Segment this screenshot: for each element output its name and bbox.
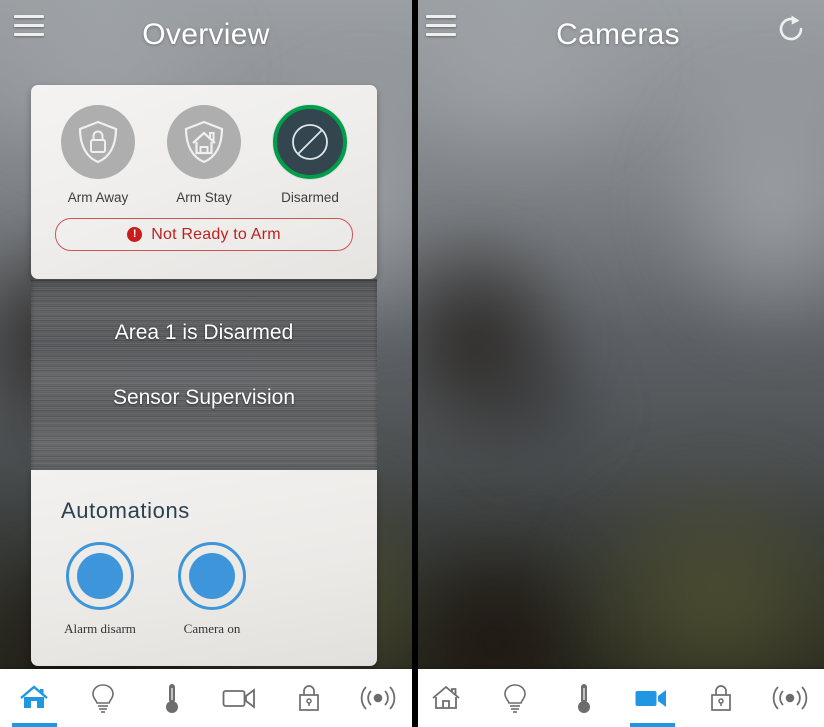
automations-card: Automations Alarm disarm Camera on — [31, 470, 377, 666]
nav-item-locks[interactable] — [687, 669, 756, 727]
video-camera-icon — [222, 688, 256, 709]
thermometer-icon — [165, 684, 178, 713]
status-band: Area 1 is Disarmed Sensor Supervision — [31, 279, 377, 470]
automations-title: Automations — [61, 498, 190, 523]
disarmed-button[interactable]: Disarmed — [264, 105, 356, 205]
automation-label: Camera on — [183, 621, 241, 636]
nav-item-lights[interactable] — [69, 669, 138, 727]
arm-stay-label: Arm Stay — [176, 190, 232, 205]
arm-stay-button[interactable]: Arm Stay — [158, 105, 250, 205]
app-root: Overview Arm Away Arm Stay Disarmed ! No… — [0, 0, 824, 727]
nav-item-sensors[interactable] — [755, 669, 824, 727]
overview-panel: Overview Arm Away Arm Stay Disarmed ! No… — [0, 0, 412, 727]
arm-away-label: Arm Away — [67, 190, 129, 205]
nav-item-cameras[interactable] — [206, 669, 275, 727]
sensor-waves-icon — [772, 686, 807, 710]
refresh-icon[interactable] — [774, 12, 808, 46]
shield-home-icon — [167, 105, 241, 179]
left-header: Overview — [0, 0, 412, 78]
nav-item-thermostat[interactable] — [549, 669, 618, 727]
nav-item-lights[interactable] — [481, 669, 550, 727]
not-ready-label: Not Ready to Arm — [151, 225, 281, 243]
not-ready-to-arm-banner[interactable]: ! Not Ready to Arm — [55, 218, 353, 251]
nav-item-thermostat[interactable] — [137, 669, 206, 727]
bottom-nav-left — [0, 669, 412, 727]
panel-divider — [412, 0, 418, 727]
cameras-panel: Cameras Camera 1 — [412, 0, 824, 727]
video-camera-icon — [635, 690, 667, 707]
arm-options-row: Arm Away Arm Stay Disarmed — [31, 85, 377, 205]
nav-active-underline — [12, 723, 57, 727]
automation-label: Alarm disarm — [64, 621, 136, 636]
automation-circle-icon — [66, 542, 134, 610]
automation-camera-on[interactable]: Camera on — [167, 542, 257, 637]
lightbulb-icon — [504, 684, 526, 713]
exclamation-circle-icon: ! — [127, 227, 143, 242]
page-title: Cameras — [556, 18, 680, 51]
thermometer-icon — [577, 684, 590, 713]
lightbulb-icon — [92, 684, 114, 713]
bottom-nav-right — [412, 669, 824, 727]
home-icon — [432, 685, 460, 709]
nav-item-home[interactable] — [0, 669, 69, 727]
disarmed-label: Disarmed — [281, 190, 339, 205]
disarmed-slash-circle-icon — [273, 105, 347, 179]
lock-icon — [711, 685, 731, 711]
nav-active-underline — [630, 723, 675, 727]
status-area-line: Area 1 is Disarmed — [114, 321, 294, 344]
nav-item-sensors[interactable] — [343, 669, 412, 727]
automation-alarm-disarm[interactable]: Alarm disarm — [55, 542, 145, 637]
lock-icon — [299, 685, 319, 711]
status-supervision-line: Sensor Supervision — [112, 386, 296, 409]
automations-list: Alarm disarm Camera on — [55, 542, 257, 637]
page-title: Overview — [142, 18, 270, 51]
home-icon — [20, 685, 49, 708]
right-header: Cameras — [412, 0, 824, 78]
nav-item-home[interactable] — [412, 669, 481, 727]
nav-item-locks[interactable] — [275, 669, 344, 727]
automation-circle-icon — [178, 542, 246, 610]
nav-item-cameras[interactable] — [618, 669, 687, 727]
arm-card: Arm Away Arm Stay Disarmed ! Not Ready t… — [31, 85, 377, 279]
arm-away-button[interactable]: Arm Away — [52, 105, 144, 205]
background-image-right — [412, 0, 824, 727]
sensor-waves-icon — [360, 686, 395, 710]
shield-lock-icon — [61, 105, 135, 179]
